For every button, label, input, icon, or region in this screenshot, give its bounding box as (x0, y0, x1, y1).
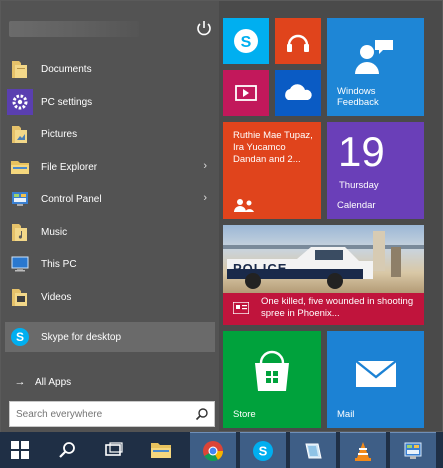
task-view-button[interactable] (94, 432, 134, 468)
svg-text:S: S (259, 443, 268, 458)
taskbar: S (0, 432, 443, 468)
news-photo: POLICE (223, 225, 424, 293)
people-tile-text: Ruthie Mae Tupaz, Ira Yucamco Dandan and… (233, 130, 313, 165)
videos-folder-icon (7, 284, 33, 310)
start-menu-left-pane: Documents PC settings Pictures File Expl… (1, 1, 219, 433)
start-item-pc-settings[interactable]: PC settings (5, 87, 215, 117)
calendar-day: 19 (338, 128, 385, 175)
people-icon (234, 199, 254, 212)
chevron-right-icon[interactable]: › (203, 160, 207, 172)
task-view-icon (105, 442, 123, 456)
all-apps-label: All Apps (35, 376, 72, 388)
documents-folder-icon (7, 56, 33, 82)
tile-music[interactable] (275, 18, 321, 64)
taskbar-vlc[interactable] (340, 432, 386, 468)
start-item-label: Control Panel (41, 193, 102, 205)
gear-icon (7, 89, 33, 115)
tile-skype[interactable]: S (223, 18, 269, 64)
vlc-cone-icon (355, 441, 371, 461)
tile-label: Calendar (337, 200, 376, 211)
user-name-blurred (9, 21, 139, 37)
tile-people[interactable]: Ruthie Mae Tupaz, Ira Yucamco Dandan and… (223, 122, 321, 219)
chrome-icon (203, 440, 224, 461)
start-menu: Documents PC settings Pictures File Expl… (0, 0, 443, 433)
news-photo-caption: POLICE (233, 261, 288, 276)
tile-onedrive[interactable] (275, 70, 321, 116)
tile-label: Store (233, 409, 256, 420)
taskbar-app-glass[interactable] (290, 432, 336, 468)
taskbar-file-explorer[interactable] (141, 432, 181, 468)
start-item-documents[interactable]: Documents (5, 54, 215, 84)
power-icon[interactable] (195, 19, 213, 37)
tile-video[interactable] (223, 70, 269, 116)
video-play-icon (235, 85, 257, 101)
tile-mail[interactable]: Mail (327, 331, 424, 428)
store-bag-icon (255, 350, 289, 391)
tile-windows-feedback[interactable]: Windows Feedback (327, 18, 424, 116)
start-item-label: Music (41, 226, 68, 238)
start-item-label: Pictures (41, 128, 78, 140)
headphones-icon (287, 34, 309, 52)
skype-icon: S (234, 29, 258, 53)
tile-label: Mail (337, 409, 355, 420)
search-box[interactable] (9, 401, 215, 427)
news-headline: One killed, five wounded in shooting spr… (261, 296, 414, 319)
feedback-person-icon (355, 40, 393, 74)
cloud-icon (285, 84, 312, 100)
control-panel-icon (404, 442, 422, 459)
svg-text:S: S (16, 330, 24, 344)
svg-text:S: S (241, 34, 252, 51)
arrow-right-icon: → (14, 376, 26, 388)
search-icon[interactable] (195, 407, 209, 421)
start-item-label: Skype for desktop (41, 331, 122, 343)
music-folder-icon (7, 219, 33, 245)
start-item-label: Documents (41, 63, 92, 75)
start-item-label: This PC (41, 258, 77, 270)
start-button[interactable] (0, 432, 40, 468)
pictures-folder-icon (7, 121, 33, 147)
start-item-videos[interactable]: Videos (5, 282, 215, 312)
control-panel-icon (7, 186, 33, 212)
news-icon (233, 302, 249, 314)
mail-envelope-icon (355, 360, 397, 387)
search-input[interactable] (10, 402, 185, 426)
start-item-music[interactable]: Music (5, 217, 215, 247)
taskbar-control-panel[interactable] (390, 432, 436, 468)
user-account-bar[interactable] (5, 9, 215, 49)
start-item-skype-desktop[interactable]: S Skype for desktop (5, 322, 215, 352)
start-item-this-pc[interactable]: This PC (5, 249, 215, 279)
tile-news[interactable]: POLICE One killed, five wounded in shoot… (223, 225, 424, 325)
windows-logo-icon (11, 441, 29, 459)
skype-icon: S (7, 324, 33, 350)
start-item-pictures[interactable]: Pictures (5, 119, 215, 149)
start-item-control-panel[interactable]: Control Panel › (5, 184, 215, 214)
calendar-weekday: Thursday (339, 180, 379, 191)
all-apps-link[interactable]: → All Apps (5, 373, 215, 391)
taskbar-chrome[interactable] (190, 432, 236, 468)
start-item-label: Videos (41, 291, 72, 303)
computer-icon (7, 251, 33, 277)
tile-calendar[interactable]: 19 Thursday Calendar (327, 122, 424, 219)
glass-app-icon (305, 443, 322, 458)
start-item-label: PC settings (41, 96, 93, 108)
file-explorer-icon (151, 443, 171, 458)
skype-icon: S (253, 440, 273, 461)
taskbar-search-button[interactable] (47, 432, 87, 468)
tile-store[interactable]: Store (223, 331, 321, 428)
start-item-label: File Explorer (41, 161, 98, 173)
file-explorer-icon (7, 154, 33, 180)
start-item-file-explorer[interactable]: File Explorer › (5, 152, 215, 182)
chevron-right-icon[interactable]: › (203, 192, 207, 204)
taskbar-skype[interactable]: S (240, 432, 286, 468)
tile-label: Windows Feedback (337, 86, 379, 108)
police-car-icon (223, 231, 424, 289)
search-icon (59, 442, 75, 458)
